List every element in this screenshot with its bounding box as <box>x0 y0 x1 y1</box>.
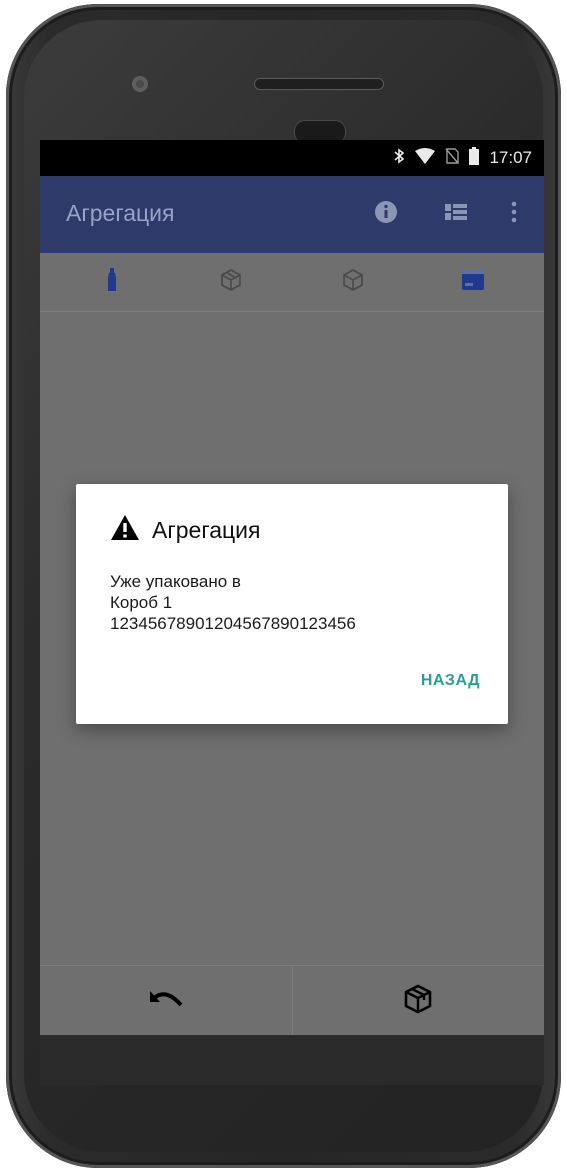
overflow-menu-icon <box>511 201 517 228</box>
pack-box-icon <box>403 984 433 1019</box>
dialog-title: Агрегация <box>152 517 261 543</box>
level-tabs <box>40 253 544 312</box>
view-list-icon <box>445 203 467 226</box>
container-icon <box>461 269 485 296</box>
undo-icon <box>148 989 184 1014</box>
status-time: 17:07 <box>489 148 532 167</box>
warning-icon <box>110 514 140 547</box>
phone-chin <box>40 1035 544 1085</box>
dialog-message-line: 12345678901204567890123456 <box>110 614 356 633</box>
view-list-button[interactable] <box>440 198 472 230</box>
app-bar-title: Агрегация <box>66 200 175 226</box>
tab-box[interactable] <box>338 267 368 297</box>
tab-container[interactable] <box>458 267 488 297</box>
earpiece-speaker <box>254 78 384 90</box>
bottle-icon <box>106 267 118 297</box>
box-icon <box>341 268 365 297</box>
dialog-title-row: Агрегация <box>110 514 260 547</box>
alert-dialog: Агрегация Уже упаковано в Короб 1 123456… <box>76 484 508 724</box>
status-bar: 17:07 <box>40 140 544 176</box>
battery-icon <box>469 147 480 169</box>
pack-box-button[interactable] <box>292 966 544 1035</box>
app-bar: Агрегация <box>40 176 544 253</box>
screen: 17:07 Агрегация Агрегация Уже упаковано … <box>40 140 544 1035</box>
dialog-message-line: Уже упаковано в <box>110 572 241 591</box>
tab-bottle[interactable] <box>97 267 127 297</box>
dialog-message: Уже упаковано в Короб 1 1234567890120456… <box>110 571 356 634</box>
bottom-action-bar <box>40 965 544 1035</box>
back-button[interactable]: НАЗАД <box>413 666 488 696</box>
info-button[interactable] <box>370 198 402 230</box>
front-camera <box>132 76 148 92</box>
bluetooth-icon <box>393 148 405 168</box>
dialog-message-line: Короб 1 <box>110 593 173 612</box>
no-sim-icon <box>445 148 460 168</box>
tab-package[interactable] <box>216 267 246 297</box>
package-icon <box>219 268 243 297</box>
overflow-menu-button[interactable] <box>498 198 530 230</box>
wifi-icon <box>415 148 436 168</box>
info-icon <box>374 200 398 229</box>
undo-button[interactable] <box>40 966 292 1035</box>
